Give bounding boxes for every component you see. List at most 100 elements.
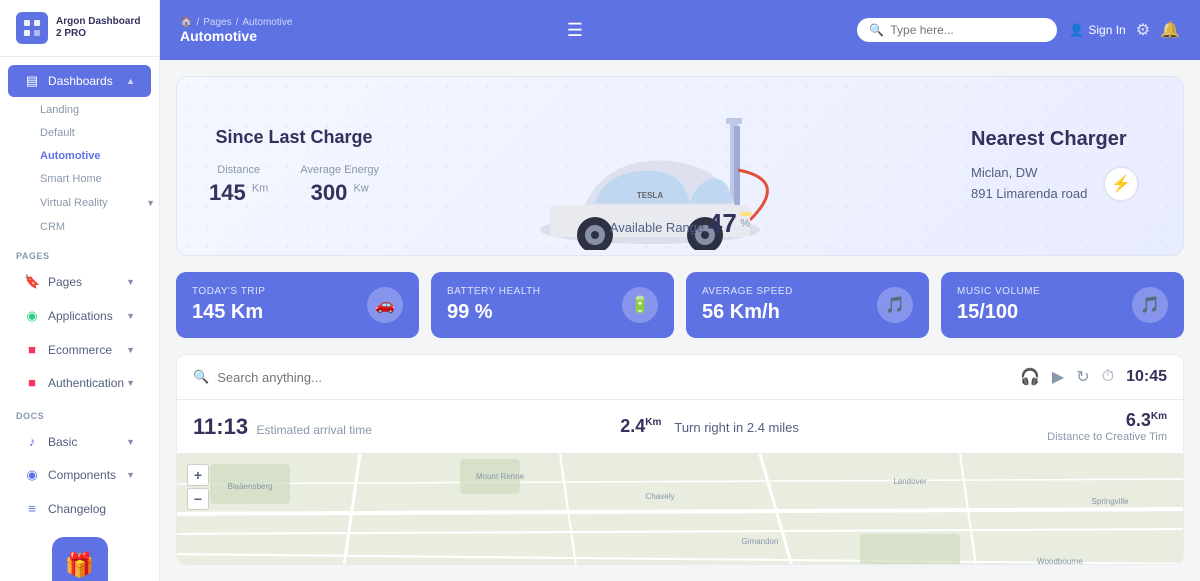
current-time: 10:45 [1126, 368, 1167, 386]
sidebar-item-components[interactable]: ◉ Components ▼ [8, 459, 151, 491]
zoom-in-button[interactable]: + [187, 464, 209, 486]
map-zoom-controls: + − [187, 464, 209, 510]
chevron-vr-icon: ▼ [146, 198, 155, 208]
chevron-apps-icon: ▼ [126, 311, 135, 321]
navbar-search-input[interactable] [890, 23, 1045, 37]
svg-text:TESLA: TESLA [637, 191, 663, 200]
headphones-icon[interactable]: 🎧 [1020, 367, 1040, 387]
svg-text:Gimandon: Gimandon [742, 537, 779, 546]
stat-card-battery: BATTERY HEALTH 99 % 🔋 [431, 272, 674, 338]
arrival-time: 11:13 [193, 414, 248, 439]
sidebar-logo-text: Argon Dashboard 2 PRO [56, 16, 143, 40]
pages-label: Pages [48, 275, 82, 289]
sidebar-sub-default[interactable]: Default [32, 122, 159, 144]
basic-label: Basic [48, 435, 77, 449]
sidebar-item-basic[interactable]: ♪ Basic ▼ [8, 426, 151, 457]
hero-card: Since Last Charge Distance 145 Km Averag… [176, 76, 1184, 256]
dashboard-icon: ▤ [24, 73, 40, 89]
sidebar: Argon Dashboard 2 PRO ▤ Dashboards ▲ Lan… [0, 0, 160, 581]
svg-text:Landover: Landover [893, 477, 927, 486]
sidebar-item-authentication[interactable]: ■ Authentication ▼ [8, 367, 151, 398]
svg-text:Woodbourne: Woodbourne [1037, 557, 1083, 565]
logo-icon [16, 12, 48, 44]
distance-label: Distance [209, 164, 268, 176]
sidebar-sub-landing[interactable]: Landing [32, 99, 159, 121]
sidebar-item-changelog[interactable]: ≡ Changelog [8, 493, 151, 524]
pages-section-label: PAGES [0, 239, 159, 265]
hero-stats: Distance 145 Km Average Energy 300 Kw [209, 164, 379, 206]
avatar-box: 🎁 [52, 537, 108, 581]
nav-search-bar[interactable]: 🔍 [193, 369, 393, 385]
components-label: Components [48, 468, 116, 482]
main-content: 🏠 / Pages / Automotive Automotive ☰ 🔍 👤 … [160, 0, 1200, 581]
nav-info-row: 11:13 Estimated arrival time 2.4Km Turn … [177, 400, 1183, 454]
settings-icon[interactable]: ⚙ [1136, 20, 1150, 40]
breadcrumb: 🏠 / Pages / Automotive [180, 17, 292, 28]
sidebar-item-dashboards[interactable]: ▤ Dashboards ▲ [8, 65, 151, 97]
stat-card-trip: TODAY'S TRIP 145 Km 🚗 [176, 272, 419, 338]
basic-icon: ♪ [24, 434, 40, 449]
music-value: 15/100 [957, 301, 1040, 324]
since-last-charge-title: Since Last Charge [209, 127, 379, 148]
speed-icon-wrap: 🎵 [877, 287, 913, 323]
turn-direction: Turn right in 2.4 miles [674, 420, 799, 435]
hamburger-menu-icon[interactable]: ☰ [567, 20, 583, 41]
applications-icon: ◉ [24, 308, 40, 324]
docs-section-label: DOCS [0, 399, 159, 425]
arrival-section: 11:13 Estimated arrival time [193, 414, 372, 440]
trip-value: 145 Km [192, 301, 265, 324]
sidebar-item-applications[interactable]: ◉ Applications ▼ [8, 300, 151, 332]
hero-distance: Distance 145 Km [209, 164, 268, 206]
chevron-ecommerce-icon: ▼ [126, 345, 135, 355]
charger-navigate-button[interactable]: ⚡ [1103, 166, 1139, 202]
speed-icon: 🎵 [885, 295, 905, 315]
play-icon[interactable]: ▶ [1052, 367, 1064, 387]
battery-label: BATTERY HEALTH [447, 286, 541, 297]
hero-nearest-charger: Nearest Charger Miclan, DW 891 Limarenda… [971, 128, 1151, 205]
changelog-icon: ≡ [24, 501, 40, 516]
music-label: MUSIC VOLUME [957, 286, 1040, 297]
sign-in-button[interactable]: 👤 Sign In [1069, 23, 1125, 37]
stat-card-trip-info: TODAY'S TRIP 145 Km [192, 286, 265, 324]
distance-to-label: Distance to Creative Tim [1047, 431, 1167, 443]
turn-info-section: 2.4Km Turn right in 2.4 miles [620, 416, 799, 437]
clock-icon[interactable]: ⏱ [1102, 368, 1114, 386]
navbar-search[interactable]: 🔍 [857, 18, 1057, 42]
distance-to-value: 6.3Km [1126, 410, 1167, 430]
trip-label: TODAY'S TRIP [192, 286, 265, 297]
breadcrumb-sep2: / [236, 17, 239, 28]
sidebar-sub-vr[interactable]: Virtual Reality [32, 192, 116, 214]
refresh-icon[interactable]: ↻ [1076, 367, 1089, 387]
sidebar-sub-crm[interactable]: CRM [32, 216, 159, 238]
auth-label: Authentication [48, 376, 124, 390]
zoom-out-button[interactable]: − [187, 488, 209, 510]
svg-text:Chavely: Chavely [646, 492, 675, 501]
nav-search-input[interactable] [217, 370, 393, 385]
auth-icon: ■ [24, 375, 40, 390]
sidebar-sub-smarthome[interactable]: Smart Home [32, 168, 159, 190]
stat-card-speed: AVERAGE SPEED 56 Km/h 🎵 [686, 272, 929, 338]
stat-card-music-info: MUSIC VOLUME 15/100 [957, 286, 1040, 324]
navbar-search-icon: 🔍 [869, 23, 884, 37]
battery-icon-wrap: 🔋 [622, 287, 658, 323]
navbar-left: 🏠 / Pages / Automotive Automotive [180, 17, 292, 44]
energy-value: 300 Kw [300, 180, 379, 206]
turn-distance: 2.4Km [620, 416, 666, 436]
stat-card-speed-info: AVERAGE SPEED 56 Km/h [702, 286, 793, 324]
music-vol-icon-wrap: 🎵 [1132, 287, 1168, 323]
sidebar-item-ecommerce[interactable]: ■ Ecommerce ▼ [8, 334, 151, 365]
sidebar-sub-automotive[interactable]: Automotive [32, 145, 159, 167]
hero-energy: Average Energy 300 Kw [300, 164, 379, 206]
chevron-up-icon: ▲ [126, 76, 135, 86]
notification-icon[interactable]: 🔔 [1160, 20, 1180, 40]
sidebar-item-pages[interactable]: 🔖 Pages ▼ [8, 266, 151, 298]
chevron-components-icon: ▼ [126, 470, 135, 480]
battery-icon: 🔋 [630, 295, 650, 315]
nav-panel-header: 🔍 🎧 ▶ ↻ ⏱ 10:45 [177, 355, 1183, 400]
chevron-pages-icon: ▼ [126, 277, 135, 287]
chevron-basic-icon: ▼ [126, 437, 135, 447]
breadcrumb-home-icon: 🏠 [180, 17, 192, 28]
distance-value: 145 Km [209, 180, 268, 206]
svg-text:Mount Renne: Mount Renne [476, 472, 525, 481]
breadcrumb-pages: Pages [203, 17, 231, 28]
